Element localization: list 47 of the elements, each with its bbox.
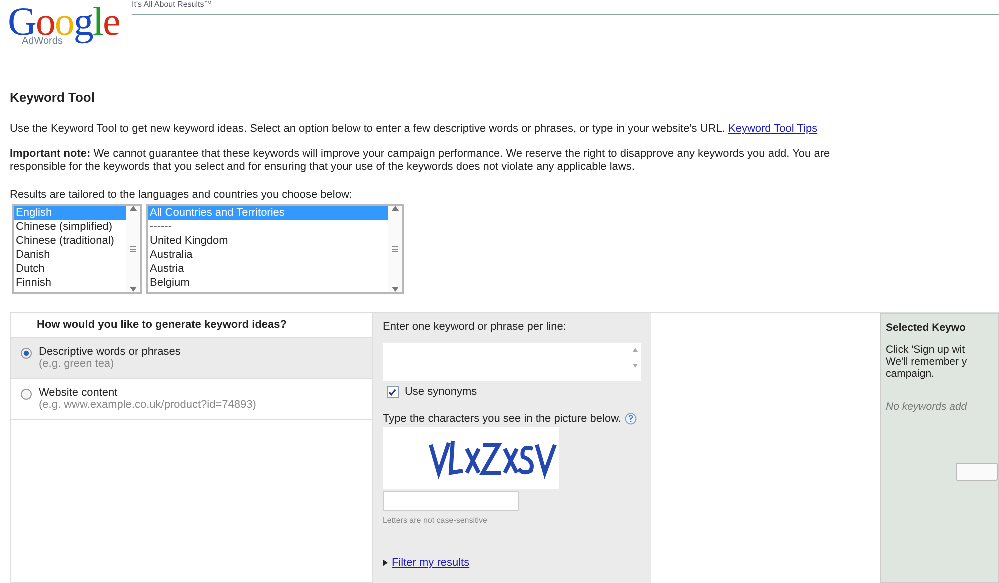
language-listbox[interactable]: English Chinese (simplified) Chinese (traditional) Danish Dutch Finnish	[12, 204, 142, 294]
panel-text: We'll remember y	[886, 356, 968, 368]
scroll-up-icon[interactable]	[130, 206, 136, 211]
country-listbox[interactable]: All Countries and Territories ------ United Kingdom Australia Austria Belgium	[146, 204, 404, 294]
panel-text: campaign.	[886, 368, 936, 380]
language-option[interactable]: Dutch	[14, 262, 126, 276]
entry-label: Enter one keyword or phrase per line:	[382, 321, 566, 333]
tagline: It's All About Results™	[132, 0, 212, 10]
scroll-arrows-icon[interactable]	[632, 348, 638, 368]
country-option[interactable]: Belgium	[148, 276, 388, 290]
captcha-label: Type the characters you see in the picture below.	[382, 413, 622, 425]
case-note: Letters are not case-sensitive	[382, 516, 488, 525]
filter-link[interactable]: Filter my results	[392, 557, 470, 569]
language-option[interactable]: Danish	[14, 248, 126, 262]
option-label: Descriptive words or phrases	[39, 346, 181, 358]
country-option[interactable]: Austria	[148, 262, 388, 276]
empty-message: No keywords add	[886, 401, 968, 413]
scroll-down-icon[interactable]	[392, 287, 398, 292]
intro-text: Use the Keyword Tool to get new keyword ideas. Select an option below to enter a few descriptive words or phrases, or type in your website's URL. Keyword Tool Tips	[10, 123, 819, 136]
radio-button[interactable]	[21, 348, 32, 359]
language-option[interactable]: Chinese (traditional)	[14, 234, 126, 248]
scrollbar[interactable]	[388, 206, 402, 292]
scrollbar[interactable]	[126, 206, 140, 292]
page-title: Keyword Tool	[10, 90, 96, 105]
country-option[interactable]: Australia	[148, 248, 388, 262]
option-hint: (e.g. green tea)	[39, 358, 116, 370]
synonyms-label: Use synonyms	[404, 386, 478, 398]
option-hint: (e.g. www.example.co.uk/product?id=74893)	[39, 399, 256, 411]
option-label: Website content	[39, 387, 119, 399]
scroll-down-icon[interactable]	[130, 287, 136, 292]
language-option[interactable]: Finnish	[14, 276, 126, 290]
captcha-input[interactable]	[382, 491, 519, 511]
grip-icon[interactable]	[129, 246, 137, 252]
language-option[interactable]: Chinese (simplified)	[14, 220, 126, 234]
tips-link[interactable]: Keyword Tool Tips	[728, 123, 818, 135]
scroll-up-icon[interactable]	[392, 206, 398, 211]
country-option[interactable]: ------	[148, 220, 388, 234]
panel-text: Click 'Sign up wit	[886, 344, 966, 356]
checkbox[interactable]	[386, 386, 399, 398]
grip-icon[interactable]	[391, 246, 399, 252]
important-note: Important note: We cannot guarantee that these keywords will improve your campaign performance. We reserve the right to disapprove any keywords you add. You are responsible for the keywords that you select and for ensuring that your use of the keywords does not violate any applicable laws.	[10, 148, 832, 174]
triangle-icon	[382, 559, 388, 567]
radio-button[interactable]	[21, 389, 32, 400]
country-option[interactable]: United Kingdom	[148, 234, 388, 248]
panel-heading: Selected Keywo	[886, 322, 966, 334]
targeting-label: Results are tailored to the languages and countries you choose below:	[10, 189, 354, 202]
help-icon[interactable]	[625, 413, 638, 425]
